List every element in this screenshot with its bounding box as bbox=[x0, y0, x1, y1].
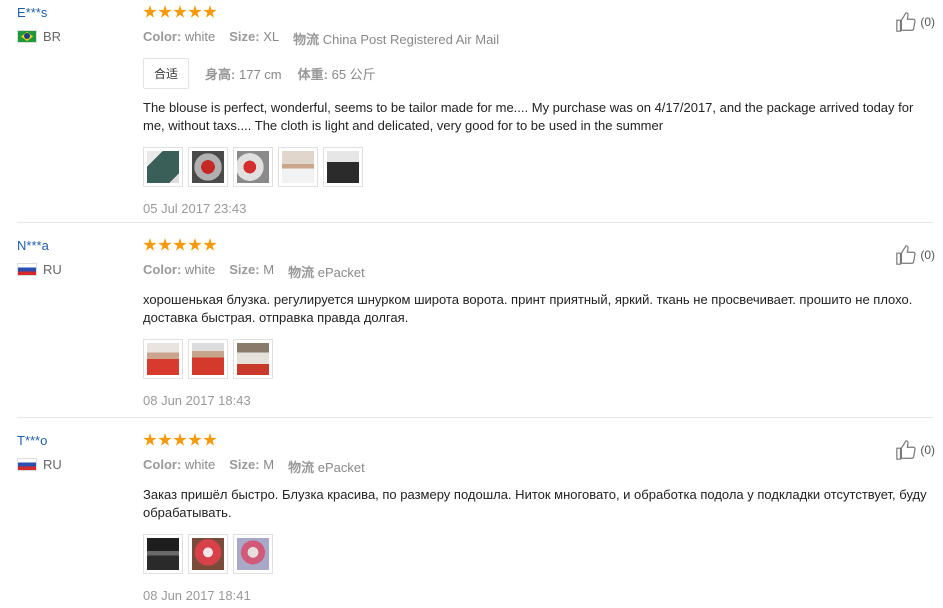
review-text: хорошенькая блузка. регулируется шнурком… bbox=[143, 292, 913, 325]
like-button[interactable]: (0) bbox=[895, 439, 935, 461]
color-label: Color: bbox=[143, 262, 182, 277]
star-icon bbox=[158, 433, 172, 446]
size-label: Size: bbox=[229, 457, 260, 472]
reviewer-country: RU bbox=[17, 457, 137, 472]
review-photo-thumbnail[interactable] bbox=[143, 147, 183, 187]
star-icon bbox=[143, 238, 157, 251]
review-photo-thumbnail[interactable] bbox=[143, 339, 183, 379]
review-body: Color: white Size: M 物流 ePacket хорошень… bbox=[143, 238, 938, 408]
thumbs-up-icon bbox=[896, 12, 916, 32]
review-text: Заказ пришёл быстро. Блузка красива, по … bbox=[143, 487, 927, 520]
star-icon bbox=[173, 433, 187, 446]
like-count: (0) bbox=[920, 248, 935, 262]
review-photos bbox=[143, 339, 938, 379]
review-photo-thumbnail[interactable] bbox=[323, 147, 363, 187]
review-date: 08 Jun 2017 18:41 bbox=[143, 588, 251, 603]
russia-flag-icon bbox=[17, 263, 37, 276]
reviewer-country: RU bbox=[17, 262, 137, 277]
thumbs-up-icon bbox=[896, 440, 916, 460]
star-icon bbox=[173, 238, 187, 251]
star-icon bbox=[188, 238, 202, 251]
thumbs-up-icon bbox=[896, 245, 916, 265]
color-label: Color: bbox=[143, 29, 182, 44]
weight-value: 65 公斤 bbox=[331, 67, 376, 82]
star-rating bbox=[143, 433, 938, 451]
review-photo-thumbnail[interactable] bbox=[188, 147, 228, 187]
brazil-flag-icon bbox=[17, 30, 37, 43]
country-code: BR bbox=[43, 29, 62, 44]
like-count: (0) bbox=[920, 443, 935, 457]
like-button[interactable]: (0) bbox=[895, 244, 935, 266]
star-icon bbox=[203, 433, 217, 446]
review-divider bbox=[17, 222, 934, 223]
reviewer-info: T***o RU bbox=[17, 433, 137, 472]
reviewer-name[interactable]: N***a bbox=[17, 238, 137, 253]
star-rating bbox=[143, 238, 938, 256]
review-photo-thumbnail[interactable] bbox=[233, 339, 273, 379]
star-icon bbox=[158, 238, 172, 251]
star-icon bbox=[203, 5, 217, 18]
country-code: RU bbox=[43, 262, 62, 277]
like-button[interactable]: (0) bbox=[895, 11, 935, 33]
review-divider bbox=[17, 417, 934, 418]
star-icon bbox=[173, 5, 187, 18]
russia-flag-icon bbox=[17, 458, 37, 471]
order-attributes: Color: white Size: M 物流 ePacket bbox=[143, 262, 938, 281]
size-label: Size: bbox=[229, 29, 260, 44]
fit-info: 合适 身高: 177 cm 体重: 65 公斤 bbox=[143, 58, 938, 89]
review-photo-thumbnail[interactable] bbox=[233, 147, 273, 187]
review-text: The blouse is perfect, wonderful, seems … bbox=[143, 100, 914, 133]
logistics-label: 物流 bbox=[288, 265, 315, 280]
color-label: Color: bbox=[143, 457, 182, 472]
country-code: RU bbox=[43, 457, 62, 472]
height-value: 177 cm bbox=[238, 67, 282, 82]
review-photo-thumbnail[interactable] bbox=[143, 534, 183, 574]
review-photo-thumbnail[interactable] bbox=[233, 534, 273, 574]
star-icon bbox=[143, 433, 157, 446]
star-icon bbox=[188, 5, 202, 18]
review-photos bbox=[143, 147, 938, 187]
logistics-value: ePacket bbox=[317, 265, 365, 280]
review-date: 05 Jul 2017 23:43 bbox=[143, 201, 247, 216]
review-photo-thumbnail[interactable] bbox=[188, 339, 228, 379]
color-value: white bbox=[184, 457, 216, 472]
review-body: Color: white Size: M 物流 ePacket Заказ пр… bbox=[143, 433, 938, 603]
fit-badge: 合适 bbox=[143, 58, 190, 89]
logistics-label: 物流 bbox=[288, 460, 315, 475]
color-value: white bbox=[184, 29, 216, 44]
reviewer-country: BR bbox=[17, 29, 137, 44]
logistics-label: 物流 bbox=[293, 32, 320, 47]
color-value: white bbox=[184, 262, 216, 277]
weight-label: 体重: bbox=[297, 67, 328, 82]
review-photo-thumbnail[interactable] bbox=[278, 147, 318, 187]
size-value: M bbox=[263, 262, 275, 277]
review-date: 08 Jun 2017 18:43 bbox=[143, 393, 251, 408]
size-label: Size: bbox=[229, 262, 260, 277]
star-icon bbox=[203, 238, 217, 251]
size-value: XL bbox=[263, 29, 280, 44]
review-photos bbox=[143, 534, 938, 574]
height-label: 身高: bbox=[205, 67, 236, 82]
review-photo-thumbnail[interactable] bbox=[188, 534, 228, 574]
review-body: Color: white Size: XL 物流 China Post Regi… bbox=[143, 5, 938, 216]
order-attributes: Color: white Size: M 物流 ePacket bbox=[143, 457, 938, 476]
star-icon bbox=[158, 5, 172, 18]
reviewer-info: N***a RU bbox=[17, 238, 137, 277]
star-rating bbox=[143, 5, 938, 23]
order-attributes: Color: white Size: XL 物流 China Post Regi… bbox=[143, 29, 938, 48]
star-icon bbox=[143, 5, 157, 18]
logistics-value: ePacket bbox=[317, 460, 365, 475]
like-count: (0) bbox=[920, 15, 935, 29]
size-value: M bbox=[263, 457, 275, 472]
reviewer-info: E***s BR bbox=[17, 5, 137, 44]
reviewer-name[interactable]: E***s bbox=[17, 5, 137, 20]
star-icon bbox=[188, 433, 202, 446]
logistics-value: China Post Registered Air Mail bbox=[322, 32, 500, 47]
reviewer-name[interactable]: T***o bbox=[17, 433, 137, 448]
